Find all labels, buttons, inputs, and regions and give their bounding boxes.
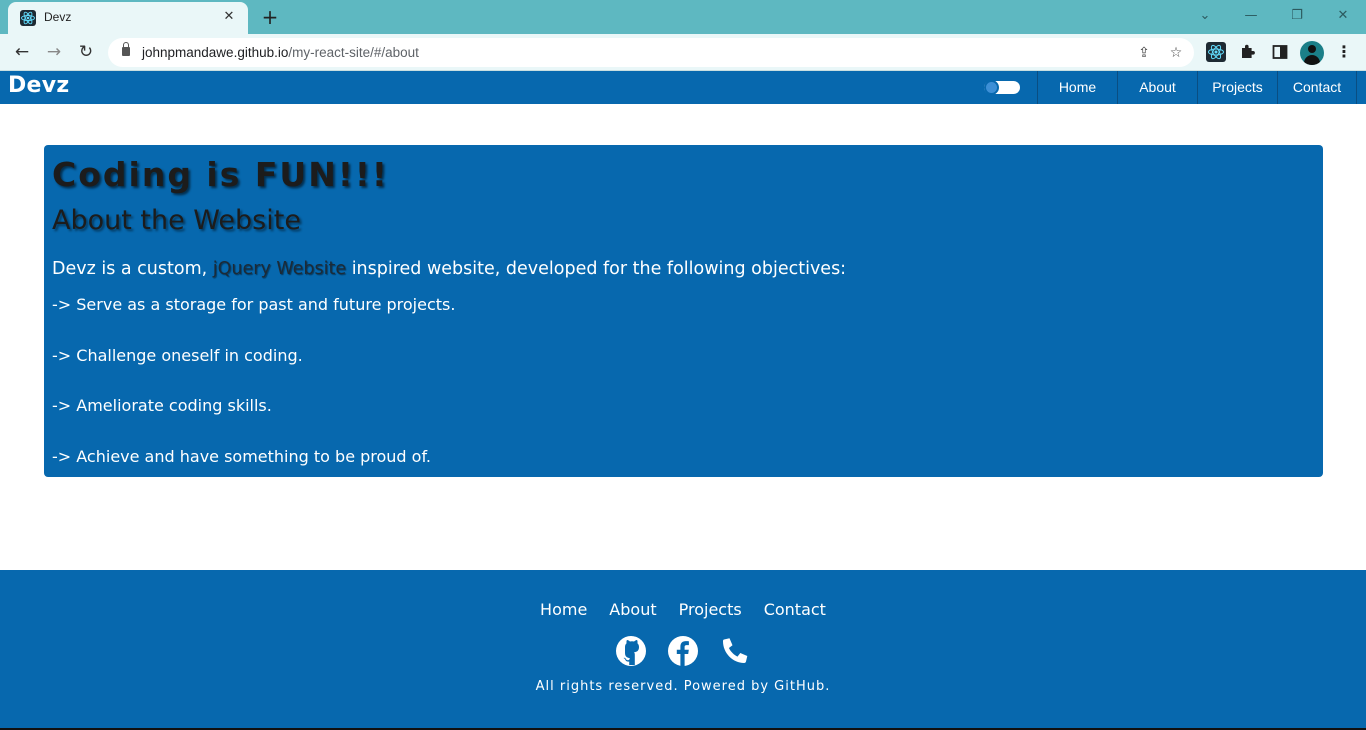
objective-item: -> Serve as a storage for past and futur… (52, 295, 456, 314)
objective-item: -> Ameliorate coding skills. (52, 396, 272, 415)
tab-title: Devz (44, 10, 72, 24)
objective-item: -> Achieve and have something to be prou… (52, 447, 432, 466)
github-icon[interactable] (614, 634, 648, 668)
copyright-text: All rights reserved. Powered by GitHub. (535, 679, 831, 694)
browser-toolbar: ← → ↻ johnpmandawe.github.io/my-react-si… (0, 34, 1366, 71)
react-icon (20, 10, 36, 26)
star-icon[interactable]: ☆ (1166, 43, 1186, 63)
tab-search-icon[interactable]: ⌄ (1193, 6, 1217, 26)
web-page: Devz Home About Projects Contact Coding … (0, 71, 1366, 730)
about-card: Coding is FUN!!! About the Website Devz … (44, 145, 1323, 477)
facebook-icon[interactable] (666, 634, 700, 668)
phone-icon[interactable] (718, 634, 752, 668)
back-button[interactable]: ← (11, 41, 33, 63)
minimize-button[interactable]: — (1239, 6, 1263, 26)
nav-contact[interactable]: Contact (1277, 71, 1357, 104)
kebab-menu-icon[interactable]: ⋮ (1334, 42, 1354, 62)
site-navbar: Devz Home About Projects Contact (0, 71, 1366, 104)
nav-links: Home About Projects Contact (1037, 71, 1357, 104)
theme-toggle[interactable] (984, 80, 1020, 95)
puzzle-icon[interactable] (1238, 42, 1258, 62)
url-path: /my-react-site/#/about (288, 45, 419, 60)
side-panel-icon[interactable] (1270, 42, 1290, 62)
page-heading: Coding is FUN!!! (52, 155, 389, 194)
footer-link-about[interactable]: About (609, 600, 656, 619)
site-footer: Home About Projects Contact All rights r… (0, 570, 1366, 728)
nav-home[interactable]: Home (1037, 71, 1117, 104)
window-close-button[interactable]: ✕ (1331, 6, 1355, 26)
address-bar[interactable]: johnpmandawe.github.io/my-react-site/#/a… (108, 38, 1194, 67)
footer-links: Home About Projects Contact (0, 600, 1366, 619)
footer-link-home[interactable]: Home (540, 600, 587, 619)
footer-link-contact[interactable]: Contact (764, 600, 826, 619)
nav-about[interactable]: About (1117, 71, 1197, 104)
jquery-website-link[interactable]: jQuery Website (213, 259, 346, 279)
reload-button[interactable]: ↻ (75, 41, 97, 63)
restore-button[interactable]: ❐ (1285, 6, 1309, 26)
browser-tab-strip: Devz ✕ + ⌄ — ❐ ✕ (0, 0, 1366, 34)
url-host: johnpmandawe.github.io (142, 45, 289, 60)
react-extension-icon[interactable] (1206, 42, 1226, 62)
section-title: About the Website (52, 205, 301, 236)
toggle-knob (984, 80, 999, 95)
intro-after: inspired website, developed for the foll… (346, 259, 847, 279)
intro-before: Devz is a custom, (52, 259, 213, 279)
forward-button[interactable]: → (43, 41, 65, 63)
tab-close-icon[interactable]: ✕ (220, 8, 238, 26)
profile-icon[interactable] (1300, 41, 1324, 65)
url-text[interactable]: johnpmandawe.github.io/my-react-site/#/a… (142, 45, 419, 60)
lock-icon[interactable] (122, 42, 130, 56)
new-tab-button[interactable]: + (258, 5, 282, 29)
share-icon[interactable]: ⇪ (1134, 43, 1154, 63)
intro-text: Devz is a custom, jQuery Website inspire… (52, 259, 846, 279)
browser-tab[interactable]: Devz ✕ (8, 2, 248, 34)
objective-item: -> Challenge oneself in coding. (52, 346, 303, 365)
footer-link-projects[interactable]: Projects (679, 600, 742, 619)
nav-projects[interactable]: Projects (1197, 71, 1277, 104)
site-brand[interactable]: Devz (8, 73, 70, 98)
social-links (0, 634, 1366, 668)
